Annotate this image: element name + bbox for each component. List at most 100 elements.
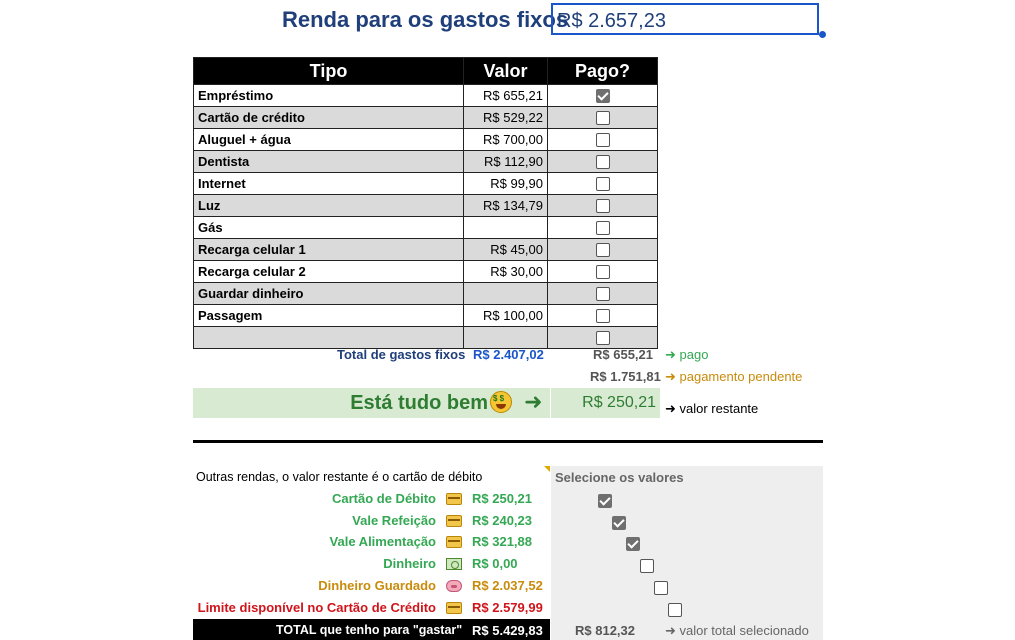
pago-cell xyxy=(547,326,658,349)
piggy-bank-icon xyxy=(446,580,462,592)
pago-note: ➜ pago xyxy=(665,347,709,362)
pago-checkbox[interactable] xyxy=(595,287,610,302)
comment-indicator-icon[interactable] xyxy=(544,466,550,472)
money-face-icon xyxy=(490,391,512,413)
income-value: R$ 2.579,99 xyxy=(472,600,543,615)
tipo-cell[interactable] xyxy=(193,326,464,349)
valor-cell[interactable]: R$ 100,00 xyxy=(463,304,548,327)
total-gastos-value: R$ 2.407,02 xyxy=(473,347,544,362)
pago-checkbox[interactable] xyxy=(595,265,610,280)
table-row: Dentista R$ 112,90 xyxy=(193,150,658,173)
valor-cell[interactable] xyxy=(463,216,548,239)
tipo-cell[interactable]: Cartão de crédito xyxy=(193,106,464,129)
table-row: Guardar dinheiro xyxy=(193,282,658,305)
pago-checkbox[interactable] xyxy=(595,133,610,148)
valor-cell[interactable]: R$ 655,21 xyxy=(463,84,548,107)
valor-cell[interactable]: R$ 112,90 xyxy=(463,150,548,173)
tipo-cell[interactable]: Recarga celular 1 xyxy=(193,238,464,261)
pago-checkbox[interactable] xyxy=(595,331,610,346)
credit-card-icon xyxy=(446,493,462,505)
income-label: Dinheiro Guardado xyxy=(318,578,436,593)
income-value: R$ 0,00 xyxy=(472,556,518,571)
valor-cell[interactable] xyxy=(463,326,548,349)
income-value: R$ 321,88 xyxy=(472,534,532,549)
income-checkbox[interactable] xyxy=(626,536,640,551)
pago-checkbox[interactable] xyxy=(595,199,610,214)
total-gastar-value: R$ 5.429,83 xyxy=(472,623,543,638)
tipo-cell[interactable]: Passagem xyxy=(193,304,464,327)
credit-card-icon xyxy=(446,602,462,614)
header-pago: Pago? xyxy=(547,57,658,85)
pago-checkbox[interactable] xyxy=(595,89,610,104)
pago-checkbox[interactable] xyxy=(595,221,610,236)
pago-checkbox[interactable] xyxy=(595,177,610,192)
renda-label: Renda para os gastos fixos xyxy=(282,7,569,32)
pago-cell xyxy=(547,150,658,173)
table-row: Cartão de crédito R$ 529,22 xyxy=(193,106,658,129)
pago-value: R$ 655,21 xyxy=(593,347,653,362)
expenses-table: Tipo Valor Pago? Empréstimo R$ 655,21 Cart… xyxy=(193,57,658,349)
outras-rendas-text: Outras rendas, o valor restante é o cart… xyxy=(196,470,483,484)
pago-cell xyxy=(547,194,658,217)
pago-checkbox[interactable] xyxy=(595,155,610,170)
pago-cell xyxy=(547,282,658,305)
income-checkbox[interactable] xyxy=(598,493,612,508)
pago-cell xyxy=(547,260,658,283)
income-label: Vale Alimentação xyxy=(329,534,436,549)
income-checkbox[interactable] xyxy=(640,558,654,573)
valor-cell[interactable] xyxy=(463,282,548,305)
pago-cell xyxy=(547,238,658,261)
income-value: R$ 240,23 xyxy=(472,513,532,528)
valor-cell[interactable]: R$ 99,90 xyxy=(463,172,548,195)
pago-cell xyxy=(547,106,658,129)
table-row: Internet R$ 99,90 xyxy=(193,172,658,195)
credit-card-icon xyxy=(446,536,462,548)
total-selected-note: ➜ valor total selecionado xyxy=(665,623,809,638)
valor-cell[interactable]: R$ 45,00 xyxy=(463,238,548,261)
selecione-title: Selecione os valores xyxy=(555,470,684,485)
tipo-cell[interactable]: Gás xyxy=(193,216,464,239)
income-value: R$ 2.037,52 xyxy=(472,578,543,593)
pago-checkbox[interactable] xyxy=(595,309,610,324)
tipo-cell[interactable]: Empréstimo xyxy=(193,84,464,107)
income-checkbox[interactable] xyxy=(654,580,668,595)
pendente-value: R$ 1.751,81 xyxy=(590,369,661,384)
renda-value-cell[interactable]: R$ 2.657,23 xyxy=(551,3,819,35)
table-row: Recarga celular 2 R$ 30,00 xyxy=(193,260,658,283)
valor-cell[interactable]: R$ 700,00 xyxy=(463,128,548,151)
pago-cell xyxy=(547,128,658,151)
income-label: Vale Refeição xyxy=(352,513,436,528)
restante-note: ➜ valor restante xyxy=(665,401,759,416)
tipo-cell[interactable]: Luz xyxy=(193,194,464,217)
income-checkbox[interactable] xyxy=(612,515,626,530)
pago-checkbox[interactable] xyxy=(595,111,610,126)
tipo-cell[interactable]: Recarga celular 2 xyxy=(193,260,464,283)
selecione-panel xyxy=(551,466,823,640)
header-valor: Valor xyxy=(463,57,548,85)
valor-cell[interactable]: R$ 529,22 xyxy=(463,106,548,129)
table-row: Luz R$ 134,79 xyxy=(193,194,658,217)
money-icon xyxy=(446,558,462,570)
valor-cell[interactable]: R$ 134,79 xyxy=(463,194,548,217)
tipo-cell[interactable]: Aluguel + água xyxy=(193,128,464,151)
table-row: Aluguel + água R$ 700,00 xyxy=(193,128,658,151)
section-divider xyxy=(193,440,823,443)
restante-cell[interactable]: R$ 250,21 xyxy=(551,388,660,418)
table-row: Passagem R$ 100,00 xyxy=(193,304,658,327)
pendente-note: ➜ pagamento pendente xyxy=(665,369,803,384)
credit-card-icon xyxy=(446,515,462,527)
status-text: Está tudo bem xyxy=(350,392,488,414)
income-label: Cartão de Débito xyxy=(331,491,436,506)
tipo-cell[interactable]: Guardar dinheiro xyxy=(193,282,464,305)
header-tipo: Tipo xyxy=(193,57,464,85)
valor-cell[interactable]: R$ 30,00 xyxy=(463,260,548,283)
table-row: Recarga celular 1 R$ 45,00 xyxy=(193,238,658,261)
tipo-cell[interactable]: Internet xyxy=(193,172,464,195)
selection-fill-handle[interactable] xyxy=(819,31,826,38)
income-checkbox[interactable] xyxy=(668,602,682,617)
total-gastar-label: TOTAL que tenho para "gastar" xyxy=(276,623,463,637)
pago-cell xyxy=(547,84,658,107)
income-label: Dinheiro xyxy=(383,556,436,571)
pago-checkbox[interactable] xyxy=(595,243,610,258)
tipo-cell[interactable]: Dentista xyxy=(193,150,464,173)
